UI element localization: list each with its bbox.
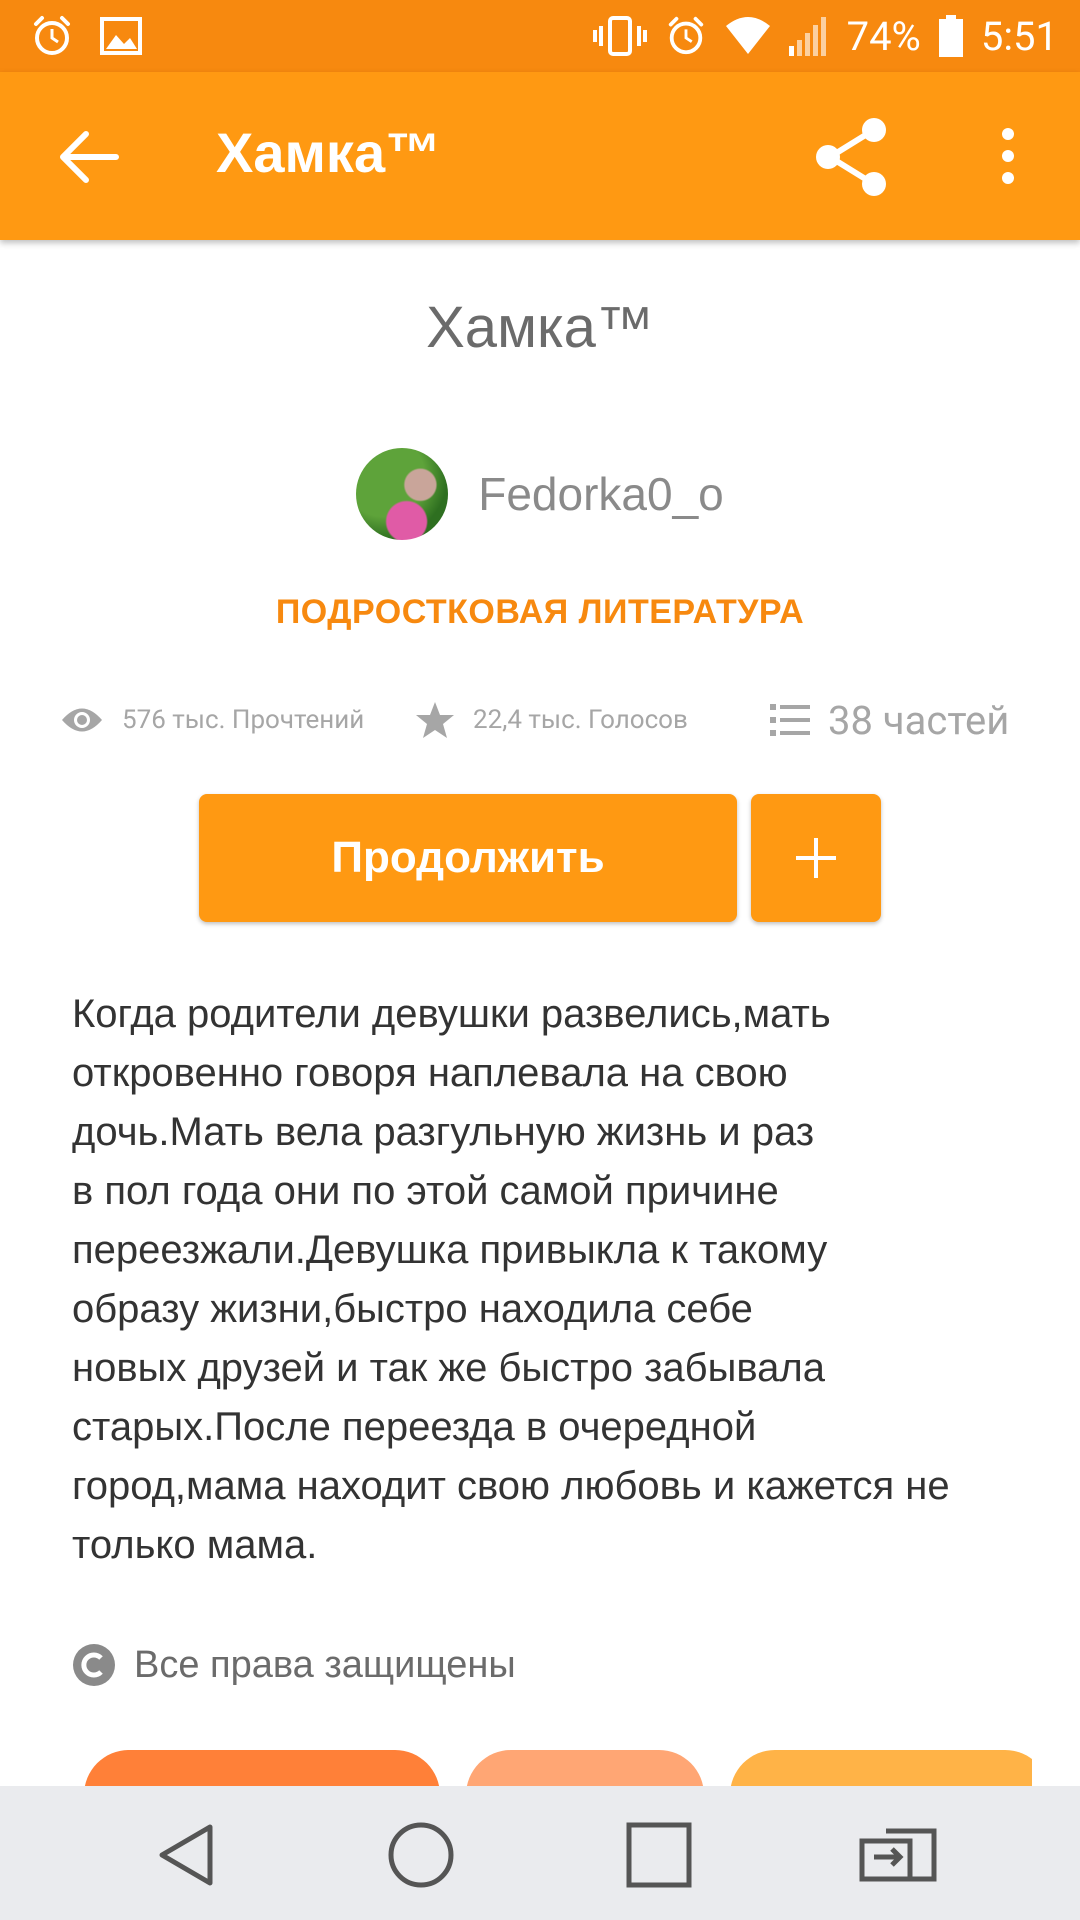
add-to-library-button[interactable]	[751, 794, 881, 922]
votes-count: 22,4 тыс. Голосов	[473, 705, 688, 735]
system-nav-bar	[0, 1786, 1080, 1920]
vibrate-icon	[592, 14, 647, 58]
status-bar: 74% 5:51	[0, 0, 1080, 72]
continue-reading-button[interactable]: Продолжить	[199, 794, 737, 922]
wifi-icon	[725, 16, 771, 56]
category-link[interactable]: ПОДРОСТКОВАЯ ЛИТЕРАТУРА	[0, 593, 1080, 632]
story-description: Когда родители девушки развелись,мать от…	[72, 992, 950, 1567]
nav-home-icon[interactable]	[385, 1819, 457, 1891]
copyright-row: Все права защищены	[72, 1640, 516, 1690]
alarm-icon	[665, 15, 707, 57]
nav-recents-icon[interactable]	[623, 1819, 695, 1891]
app-bar-title: Хамка™	[216, 121, 442, 184]
plus-icon	[796, 838, 836, 878]
status-right: 74% 5:51	[592, 12, 1058, 60]
status-left	[30, 14, 142, 58]
nav-back-icon[interactable]	[150, 1819, 222, 1891]
back-arrow-icon[interactable]	[54, 122, 124, 192]
copyright-icon	[73, 1644, 115, 1686]
tag-chips	[84, 1750, 1032, 1790]
copyright-text: Все права защищены	[134, 1643, 516, 1686]
alarm-icon	[30, 14, 74, 58]
share-icon[interactable]	[812, 117, 892, 197]
avatar[interactable]	[356, 448, 449, 540]
app-bar: Хамка™	[0, 72, 1080, 240]
clock: 5:51	[980, 12, 1058, 60]
reads-count: 576 тыс. Прочтений	[122, 705, 365, 735]
story-title: Хамка™	[426, 295, 654, 360]
author-row[interactable]: Fedorka0_o	[0, 448, 1080, 540]
battery-icon	[938, 15, 963, 57]
eye-icon	[62, 708, 102, 732]
more-vert-icon[interactable]	[990, 120, 1026, 192]
image-icon	[100, 17, 142, 55]
battery-percent: 74%	[846, 12, 921, 60]
signal-icon	[788, 16, 829, 56]
nav-switch-icon[interactable]	[856, 1819, 940, 1891]
parts-stat[interactable]: 38 частей	[770, 697, 1009, 744]
reads-stat: 576 тыс. Прочтений	[60, 705, 415, 735]
tag-chip[interactable]	[84, 1750, 440, 1790]
tag-chip[interactable]	[466, 1750, 704, 1790]
parts-count: 38 частей	[828, 696, 1010, 744]
list-icon	[770, 704, 810, 736]
story-stats: 576 тыс. Прочтений 22,4 тыс. Голосов 38 …	[60, 690, 1040, 750]
star-icon	[416, 702, 454, 738]
tag-chip[interactable]	[730, 1750, 1032, 1790]
votes-stat: 22,4 тыс. Голосов	[415, 700, 770, 740]
author-name[interactable]: Fedorka0_o	[478, 467, 724, 521]
